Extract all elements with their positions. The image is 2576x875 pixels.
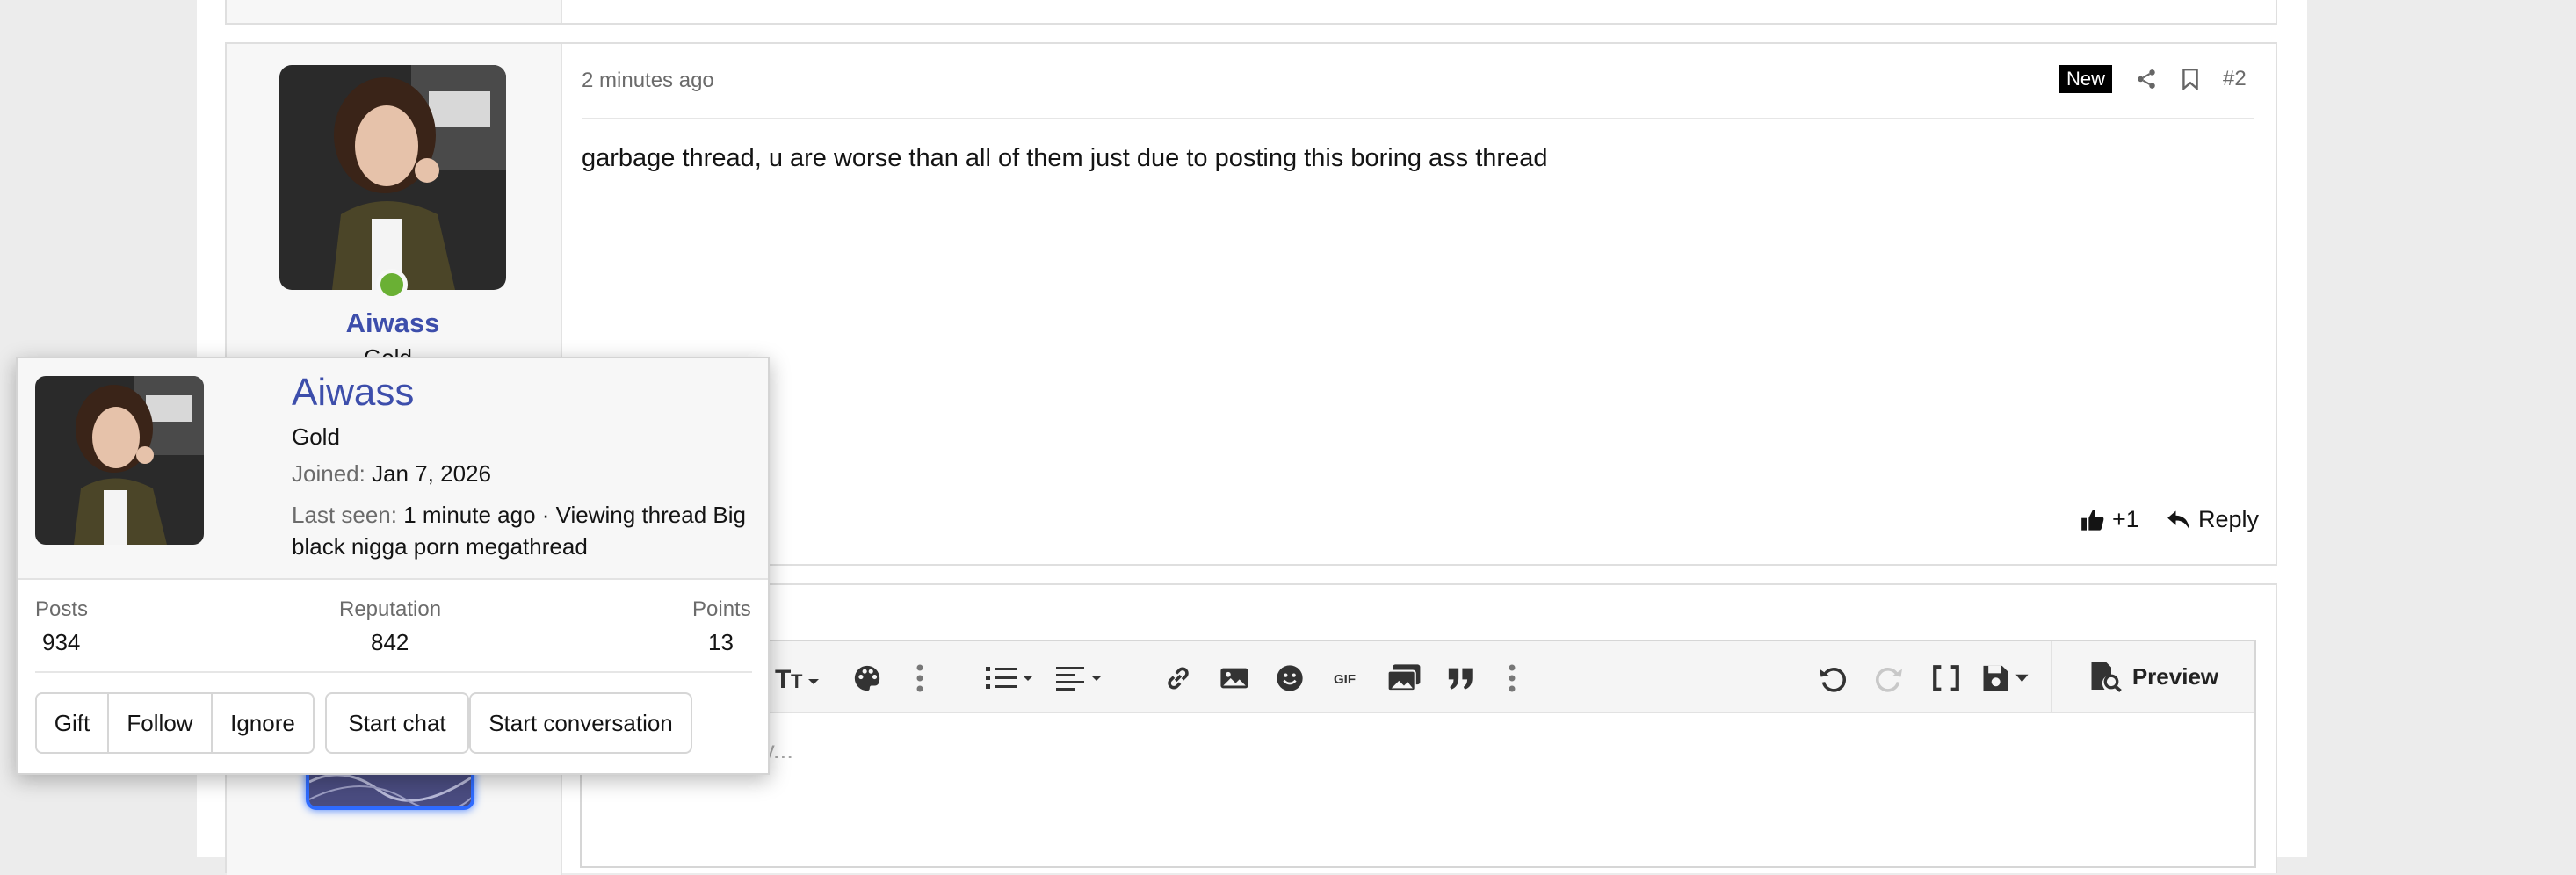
previous-post <box>225 0 2277 25</box>
online-status-indicator <box>376 269 408 300</box>
member-tooltip-avatar-image <box>35 376 204 545</box>
media-icon[interactable] <box>1386 661 1422 696</box>
palette-icon[interactable] <box>852 661 882 696</box>
preview-icon <box>2091 662 2122 692</box>
more-options-icon[interactable] <box>915 661 924 696</box>
stat-points-label: Points <box>692 597 751 621</box>
stat-reputation-label: Reputation <box>339 597 442 621</box>
follow-button[interactable]: Follow <box>107 692 213 754</box>
member-tooltip-joined: Joined: Jan 7, 2026 <box>292 460 491 488</box>
redo-icon[interactable] <box>1873 661 1905 696</box>
drafts-icon[interactable] <box>1980 661 2031 696</box>
quote-icon[interactable] <box>1446 661 1476 696</box>
reply-label: Reply <box>2198 506 2260 532</box>
new-badge: New <box>2059 65 2113 93</box>
last-seen-value: 1 minute ago · Viewing thread Big <box>403 502 746 528</box>
svg-text:T: T <box>791 670 803 692</box>
post-timestamp[interactable]: 2 minutes ago <box>582 69 714 93</box>
preview-button[interactable]: Preview <box>2051 641 2254 712</box>
align-icon[interactable] <box>1056 661 1105 696</box>
member-tooltip-last-seen: Last seen: 1 minute ago · Viewing thread… <box>292 499 766 562</box>
share-icon[interactable] <box>2135 68 2158 90</box>
previous-post-user-cell <box>227 0 562 23</box>
bookmark-icon[interactable] <box>2181 68 2200 90</box>
undo-icon[interactable] <box>1817 661 1849 696</box>
text-size-icon[interactable]: T T <box>775 661 822 696</box>
last-seen-label: Last seen: <box>292 502 397 528</box>
avatar-photo <box>279 65 506 290</box>
like-button[interactable]: +1 <box>2080 506 2139 533</box>
stat-points-value: 13 <box>708 629 734 655</box>
like-count: +1 <box>2112 506 2139 532</box>
start-chat-button[interactable]: Start chat <box>325 692 469 754</box>
author-username[interactable]: Aiwass <box>330 307 455 339</box>
bbcode-icon[interactable] <box>1931 661 1961 696</box>
stat-posts-label: Posts <box>35 597 89 621</box>
joined-label: Joined: <box>292 460 365 487</box>
author-title-partial: Gold <box>364 344 425 357</box>
preview-label: Preview <box>2131 662 2219 690</box>
post-actions: New #2 <box>2059 65 2247 93</box>
post-number[interactable]: #2 <box>2223 67 2247 91</box>
gift-button[interactable]: Gift <box>35 692 109 754</box>
stat-posts-value: 934 <box>42 629 81 655</box>
member-tooltip-avatar[interactable] <box>35 376 204 545</box>
reply-editor: T T GIF Preview <box>580 640 2256 868</box>
more-insert-icon[interactable] <box>1508 661 1516 696</box>
ignore-button[interactable]: Ignore <box>211 692 315 754</box>
gif-icon[interactable]: GIF <box>1334 661 1362 696</box>
member-tooltip: Aiwass Gold Joined: Jan 7, 2026 Last see… <box>16 357 770 775</box>
author-avatar[interactable] <box>279 65 506 290</box>
thumbs-up-icon <box>2081 509 2104 531</box>
editor-toolbar: T T GIF Preview <box>582 641 2254 713</box>
link-icon[interactable] <box>1163 661 1193 696</box>
svg-text:T: T <box>775 665 791 693</box>
start-conversation-button[interactable]: Start conversation <box>469 692 692 754</box>
member-tooltip-username[interactable]: Aiwass <box>292 371 414 415</box>
member-tooltip-stats-divider <box>35 671 752 673</box>
reply-button[interactable]: Reply <box>2167 506 2259 533</box>
post-body: garbage thread, u are worse than all of … <box>582 144 1548 172</box>
smilie-icon[interactable] <box>1276 661 1304 696</box>
reply-icon <box>2167 510 2189 529</box>
member-tooltip-rank: Gold <box>292 423 340 450</box>
joined-value: Jan 7, 2026 <box>372 460 491 487</box>
last-seen-thread[interactable]: black nigga porn megathread <box>292 533 588 560</box>
svg-text:GIF: GIF <box>1334 672 1356 687</box>
list-icon[interactable] <box>986 661 1037 696</box>
stat-reputation-value: 842 <box>371 629 409 655</box>
post-header-divider <box>582 118 2254 119</box>
image-icon[interactable] <box>1219 661 1249 696</box>
